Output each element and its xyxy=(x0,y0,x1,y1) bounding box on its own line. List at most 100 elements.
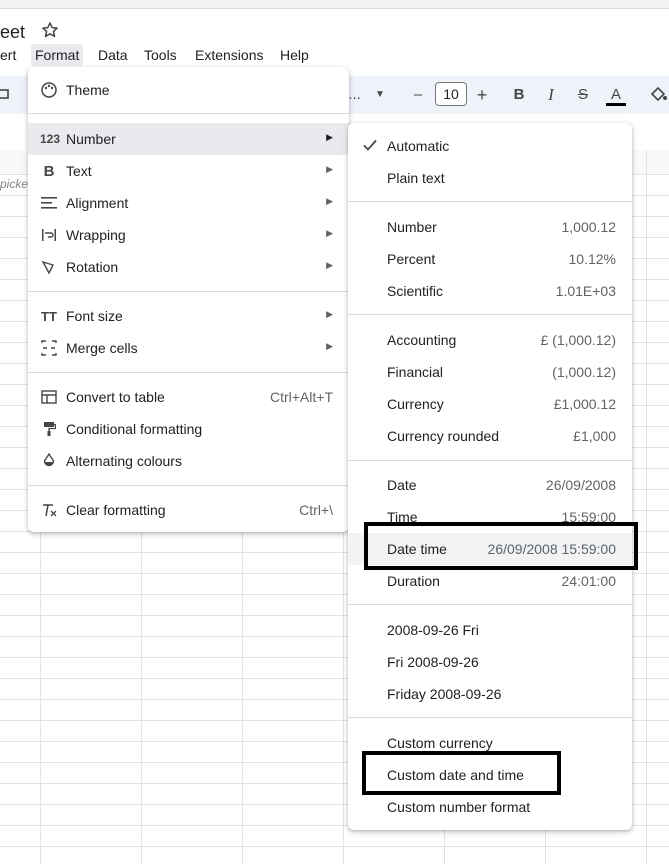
checkmark-icon xyxy=(363,139,377,151)
submenu-arrow-icon: ▶ xyxy=(326,228,333,238)
font-size-icon: TT xyxy=(41,308,57,324)
divider xyxy=(28,113,349,114)
menu-item-label: Theme xyxy=(66,82,110,98)
number-option-weekday-date[interactable]: Friday 2008-09-26 xyxy=(348,678,632,710)
menu-data[interactable]: Data xyxy=(98,47,128,63)
menu-item-rotation[interactable]: Rotation ▶ xyxy=(28,251,349,283)
menu-item-merge-cells[interactable]: Merge cells ▶ xyxy=(28,332,349,364)
menu-extensions[interactable]: Extensions xyxy=(195,47,263,63)
menu-item-label: Alternating colours xyxy=(66,453,182,469)
print-icon[interactable] xyxy=(0,86,12,104)
menu-item-wrapping[interactable]: Wrapping ▶ xyxy=(28,219,349,251)
menu-item-label: Rotation xyxy=(66,259,119,275)
document-title[interactable]: eet xyxy=(0,22,25,43)
option-label: Automatic xyxy=(387,138,450,154)
number-option-financial[interactable]: Financial (1,000.12) xyxy=(348,356,632,388)
number-option-currency[interactable]: Currency £1,000.12 xyxy=(348,388,632,420)
option-label: Friday 2008-09-26 xyxy=(387,686,502,702)
option-example: 26/09/2008 xyxy=(545,477,616,493)
decrease-font-button[interactable]: – xyxy=(408,84,428,106)
paint-roller-icon xyxy=(40,420,58,438)
option-label: Custom currency xyxy=(387,735,493,751)
fill-color-icon[interactable] xyxy=(648,84,668,104)
align-left-icon xyxy=(40,194,58,212)
text-color-button[interactable]: A xyxy=(606,84,626,106)
option-label: Scientific xyxy=(387,283,444,299)
number-option-date[interactable]: Date 26/09/2008 xyxy=(348,469,632,501)
shortcut-label: Ctrl+\ xyxy=(299,502,333,518)
divider xyxy=(28,485,349,486)
option-label: Duration xyxy=(387,573,440,589)
cell-text-fragment: picke xyxy=(0,177,29,191)
menu-item-label: Alignment xyxy=(66,195,129,211)
number-option-plain-text[interactable]: Plain text xyxy=(348,162,632,194)
number-option-number[interactable]: Number 1,000.12 xyxy=(348,211,632,243)
palette-icon xyxy=(40,81,58,99)
rotation-icon xyxy=(40,258,58,276)
divider xyxy=(348,201,632,202)
menu-item-text[interactable]: B Text ▶ xyxy=(28,155,349,187)
number-option-custom-number-format[interactable]: Custom number format xyxy=(348,791,632,823)
wrap-icon xyxy=(40,226,58,244)
increase-font-button[interactable]: + xyxy=(472,84,492,106)
menu-item-alignment[interactable]: Alignment ▶ xyxy=(28,187,349,219)
option-label: Accounting xyxy=(387,332,457,348)
submenu-arrow-icon: ▶ xyxy=(326,341,333,351)
grid-line xyxy=(0,846,669,847)
menu-item-convert-to-table[interactable]: Convert to table Ctrl+Alt+T xyxy=(28,381,349,413)
menu-help[interactable]: Help xyxy=(280,47,309,63)
highlight-box-custom-date-time xyxy=(362,751,561,795)
option-label: Percent xyxy=(387,251,436,267)
number-option-date-iso-day[interactable]: 2008-09-26 Fri xyxy=(348,614,632,646)
option-label: Fri 2008-09-26 xyxy=(387,654,479,670)
menu-format[interactable]: Format xyxy=(31,44,84,66)
menu-item-label: Conditional formatting xyxy=(66,421,203,437)
menu-insert[interactable]: ert xyxy=(0,47,16,63)
menu-item-clear-formatting[interactable]: Clear formatting Ctrl+\ xyxy=(28,494,349,526)
window-top-edge xyxy=(0,0,669,9)
drop-icon xyxy=(40,452,58,470)
submenu-arrow-icon: ▶ xyxy=(326,164,333,174)
option-example: 10.12% xyxy=(568,251,616,267)
option-example: £ (1,000.12) xyxy=(540,332,617,348)
option-example: 1.01E+03 xyxy=(555,283,616,299)
divider xyxy=(28,291,349,292)
font-dropdown-icon[interactable]: ▼ xyxy=(375,84,385,106)
shortcut-label: Ctrl+Alt+T xyxy=(269,389,333,405)
number-option-automatic[interactable]: Automatic xyxy=(348,130,632,162)
option-label: Date xyxy=(387,477,417,493)
bold-button[interactable]: B xyxy=(510,84,528,106)
option-example: 24:01:00 xyxy=(561,573,617,589)
number-option-day-date-iso[interactable]: Fri 2008-09-26 xyxy=(348,646,632,678)
submenu-arrow-icon: ▶ xyxy=(326,196,333,206)
number-option-currency-rounded[interactable]: Currency rounded £1,000 xyxy=(348,420,632,452)
menu-item-number[interactable]: 123 Number ▶ xyxy=(28,123,349,155)
divider xyxy=(28,372,349,373)
strikethrough-button[interactable]: S xyxy=(574,84,592,106)
table-icon xyxy=(40,388,58,406)
menu-tools[interactable]: Tools xyxy=(144,47,177,63)
number-option-accounting[interactable]: Accounting £ (1,000.12) xyxy=(348,324,632,356)
option-label: Financial xyxy=(387,364,444,380)
option-label: 2008-09-26 Fri xyxy=(387,622,479,638)
merge-cells-icon xyxy=(40,339,58,357)
option-label: Currency xyxy=(387,396,444,412)
format-menu: Theme 123 Number ▶ B Text ▶ Alignment ▶ … xyxy=(28,67,349,532)
number-option-percent[interactable]: Percent 10.12% xyxy=(348,243,632,275)
menu-item-alternating-colours[interactable]: Alternating colours xyxy=(28,445,349,477)
option-example: £1,000.12 xyxy=(553,396,616,412)
number-option-scientific[interactable]: Scientific 1.01E+03 xyxy=(348,275,632,307)
option-label: Number xyxy=(387,219,437,235)
menu-item-label: Wrapping xyxy=(66,227,126,243)
menu-item-label: Merge cells xyxy=(66,340,138,356)
divider xyxy=(348,604,632,605)
number-123-icon: 123 xyxy=(39,132,61,146)
menu-item-conditional-formatting[interactable]: Conditional formatting xyxy=(28,413,349,445)
menu-item-font-size[interactable]: TT Font size ▶ xyxy=(28,300,349,332)
star-icon[interactable] xyxy=(40,20,60,40)
italic-button[interactable]: I xyxy=(542,84,560,106)
divider xyxy=(348,314,632,315)
menu-item-label: Number xyxy=(66,131,116,147)
font-size-input[interactable]: 10 xyxy=(435,82,467,106)
menu-item-theme[interactable]: Theme xyxy=(28,74,349,106)
